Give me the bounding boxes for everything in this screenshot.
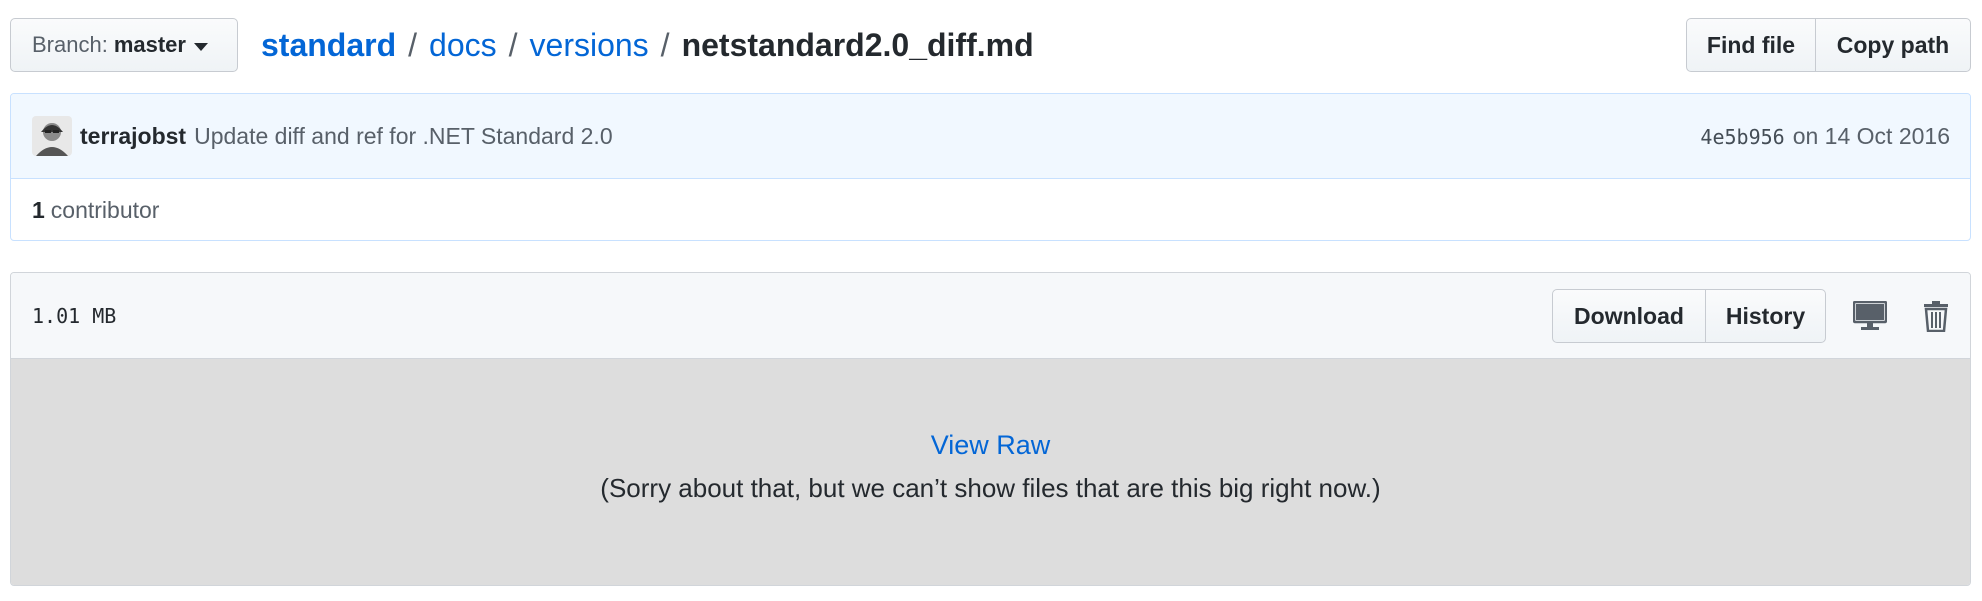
branch-prefix: Branch: xyxy=(32,32,108,57)
branch-name: master xyxy=(113,32,186,57)
commit-message-link[interactable]: Update diff and ref for .NET Standard 2.… xyxy=(194,123,613,150)
desktop-icon[interactable] xyxy=(1844,290,1896,342)
file-box: 1.01 MB Download History View Raw (Sorry… xyxy=(10,272,1971,586)
file-actions: Download History xyxy=(1552,273,1970,359)
commit-author-link[interactable]: terrajobst xyxy=(80,123,186,150)
copy-path-button[interactable]: Copy path xyxy=(1816,18,1971,72)
file-header: 1.01 MB Download History xyxy=(11,273,1970,359)
file-too-large-message: (Sorry about that, but we can’t show fil… xyxy=(600,473,1381,503)
commit-date: on 14 Oct 2016 xyxy=(1792,123,1950,149)
contributor-count: 1 xyxy=(32,196,45,223)
breadcrumb: standard / docs / versions / netstandard… xyxy=(261,22,1034,68)
file-nav-button-group: Find file Copy path xyxy=(1686,18,1971,72)
commit-meta: 4e5b956 on 14 Oct 2016 xyxy=(1700,94,1950,179)
breadcrumb-link-versions[interactable]: versions xyxy=(530,27,649,64)
view-raw-link[interactable]: View Raw xyxy=(931,430,1051,461)
file-too-large-notice: View Raw (Sorry about that, but we can’t… xyxy=(11,359,1970,585)
file-action-button-group: Download History xyxy=(1552,289,1826,343)
contributors-row[interactable]: 1 contributor xyxy=(11,179,1970,240)
file-size: 1.01 MB xyxy=(32,304,117,328)
avatar[interactable] xyxy=(32,116,72,156)
download-button[interactable]: Download xyxy=(1552,289,1706,343)
find-file-button[interactable]: Find file xyxy=(1686,18,1816,72)
trash-icon[interactable] xyxy=(1910,290,1962,342)
file-page: Branch: master standard / docs / version… xyxy=(0,0,1982,601)
breadcrumb-separator: / xyxy=(408,26,418,63)
caret-down-icon xyxy=(193,42,208,51)
commit-sha-link[interactable]: 4e5b956 xyxy=(1700,125,1784,149)
commit-tease: terrajobst Update diff and ref for .NET … xyxy=(10,93,1971,241)
branch-select-button[interactable]: Branch: master xyxy=(10,18,238,72)
breadcrumb-separator: / xyxy=(660,26,670,63)
breadcrumb-current-file: netstandard2.0_diff.md xyxy=(681,26,1034,63)
breadcrumb-link-docs[interactable]: docs xyxy=(429,27,497,64)
breadcrumb-link-standard[interactable]: standard xyxy=(261,27,396,64)
history-button[interactable]: History xyxy=(1706,289,1826,343)
breadcrumb-separator: / xyxy=(508,26,518,63)
commit-summary-row: terrajobst Update diff and ref for .NET … xyxy=(11,94,1970,179)
contributor-label: contributor xyxy=(50,196,160,223)
